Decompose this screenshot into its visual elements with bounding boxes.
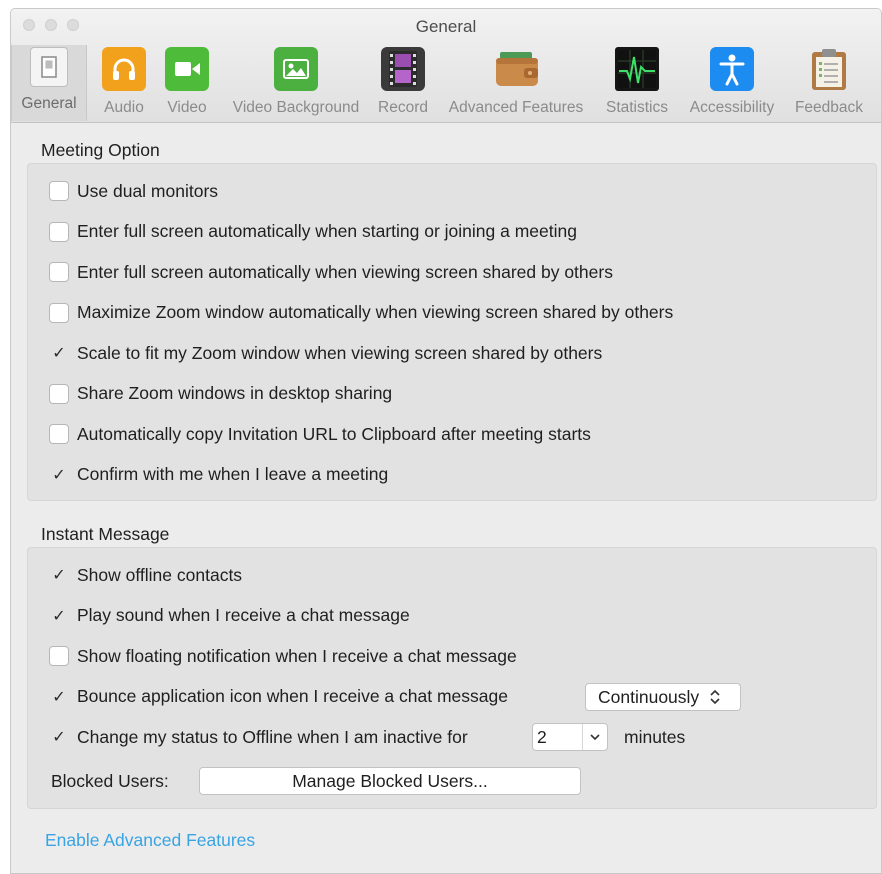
inactive-minutes-value: 2 <box>537 726 547 747</box>
inactive-minutes-select[interactable]: 2 <box>532 723 608 751</box>
option-label: Confirm with me when I leave a meeting <box>77 464 389 484</box>
headphones-icon <box>102 47 146 91</box>
minutes-label: minutes <box>624 726 686 747</box>
checkbox-checked[interactable]: ✓ <box>49 343 69 363</box>
tab-video[interactable]: Video <box>155 45 219 121</box>
accessibility-icon <box>710 47 754 91</box>
tab-label: Accessibility <box>689 99 775 116</box>
option-label: Maximize Zoom window automatically when … <box>77 302 674 322</box>
checkbox-unchecked[interactable] <box>49 221 69 242</box>
clipboard-icon <box>807 47 851 91</box>
checkbox-unchecked[interactable] <box>49 262 69 282</box>
meeting-option-heading: Meeting Option <box>41 140 160 160</box>
checkbox-checked[interactable]: ✓ <box>49 606 69 626</box>
tab-video-background[interactable]: Video Background <box>223 45 369 121</box>
im-option-3[interactable]: ✓ Bounce application icon when I receive … <box>49 684 508 710</box>
tab-statistics[interactable]: Statistics <box>599 45 675 121</box>
im-option-2[interactable]: Show floating notification when I receiv… <box>49 643 517 669</box>
meeting-option-1[interactable]: Enter full screen automatically when sta… <box>49 219 577 245</box>
tab-audio[interactable]: Audio <box>89 45 159 121</box>
checkbox-checked[interactable]: ✓ <box>49 465 69 485</box>
settings-window: General General Audio Video Video Backgr <box>10 8 882 874</box>
tab-feedback[interactable]: Feedback <box>787 45 871 121</box>
meeting-option-2[interactable]: Enter full screen automatically when vie… <box>49 259 613 285</box>
tab-accessibility[interactable]: Accessibility <box>681 45 783 121</box>
checkbox-checked[interactable]: ✓ <box>49 565 69 585</box>
wallet-icon <box>494 47 538 91</box>
option-label: Share Zoom windows in desktop sharing <box>77 383 393 403</box>
meeting-option-3[interactable]: Maximize Zoom window automatically when … <box>49 300 673 326</box>
checkbox-unchecked[interactable] <box>49 383 69 404</box>
bounce-frequency-select[interactable]: Continuously <box>585 683 741 711</box>
tab-record[interactable]: Record <box>373 45 433 121</box>
manage-blocked-users-button[interactable]: Manage Blocked Users... <box>199 767 581 795</box>
tab-general[interactable]: General <box>11 45 87 121</box>
tab-label: Advanced Features <box>448 99 584 116</box>
tab-label: Record <box>378 99 428 116</box>
instant-message-heading: Instant Message <box>41 524 170 544</box>
option-label: Use dual monitors <box>77 180 219 201</box>
option-label: Enter full screen automatically when vie… <box>77 261 613 282</box>
option-label: Bounce application icon when I receive a… <box>77 686 508 706</box>
meeting-option-7[interactable]: ✓ Confirm with me when I leave a meeting <box>49 462 388 488</box>
checkbox-unchecked[interactable] <box>49 646 69 666</box>
tab-label: Video <box>167 99 207 116</box>
enable-advanced-features-link[interactable]: Enable Advanced Features <box>45 830 255 851</box>
activity-monitor-icon <box>615 47 659 91</box>
tab-advanced-features[interactable]: Advanced Features <box>437 45 595 121</box>
up-down-chevron-icon <box>709 688 721 706</box>
option-label: Automatically copy Invitation URL to Cli… <box>77 423 591 444</box>
tab-label: Audio <box>104 99 144 116</box>
checkbox-unchecked[interactable] <box>49 302 69 323</box>
option-label: Show offline contacts <box>77 564 243 585</box>
option-label: Enter full screen automatically when sta… <box>77 221 577 241</box>
film-strip-icon <box>381 47 425 91</box>
im-option-1[interactable]: ✓ Play sound when I receive a chat messag… <box>49 603 410 629</box>
meeting-option-0[interactable]: Use dual monitors <box>49 178 218 204</box>
checkbox-checked[interactable]: ✓ <box>49 687 69 707</box>
chevron-down-icon <box>581 724 607 750</box>
option-label: Show floating notification when I receiv… <box>77 645 517 666</box>
checkbox-checked[interactable]: ✓ <box>49 727 69 747</box>
window-title: General <box>415 17 477 36</box>
checkbox-unchecked[interactable] <box>49 181 69 201</box>
meeting-option-6[interactable]: Automatically copy Invitation URL to Cli… <box>49 421 591 447</box>
option-label: Play sound when I receive a chat message <box>77 605 410 625</box>
tab-label: Video Background <box>232 99 360 116</box>
bounce-frequency-value: Continuously <box>598 686 700 707</box>
option-label: Scale to fit my Zoom window when viewing… <box>77 342 603 363</box>
im-option-0[interactable]: ✓ Show offline contacts <box>49 562 242 588</box>
video-camera-icon <box>165 47 209 91</box>
general-switch-icon <box>30 47 68 87</box>
meeting-option-5[interactable]: Share Zoom windows in desktop sharing <box>49 381 392 407</box>
tab-label: Feedback <box>794 99 864 116</box>
preferences-toolbar: General General Audio Video Video Backgr <box>11 9 881 123</box>
option-label: Change my status to Offline when I am in… <box>77 726 468 747</box>
tab-label: General <box>21 95 77 112</box>
meeting-option-4[interactable]: ✓ Scale to fit my Zoom window when viewin… <box>49 340 602 366</box>
image-icon <box>274 47 318 91</box>
checkbox-unchecked[interactable] <box>49 424 69 444</box>
meeting-option-group <box>27 163 877 501</box>
im-option-4[interactable]: ✓ Change my status to Offline when I am i… <box>49 724 468 750</box>
blocked-users-label: Blocked Users: <box>51 770 169 791</box>
tab-label: Statistics <box>605 99 668 116</box>
